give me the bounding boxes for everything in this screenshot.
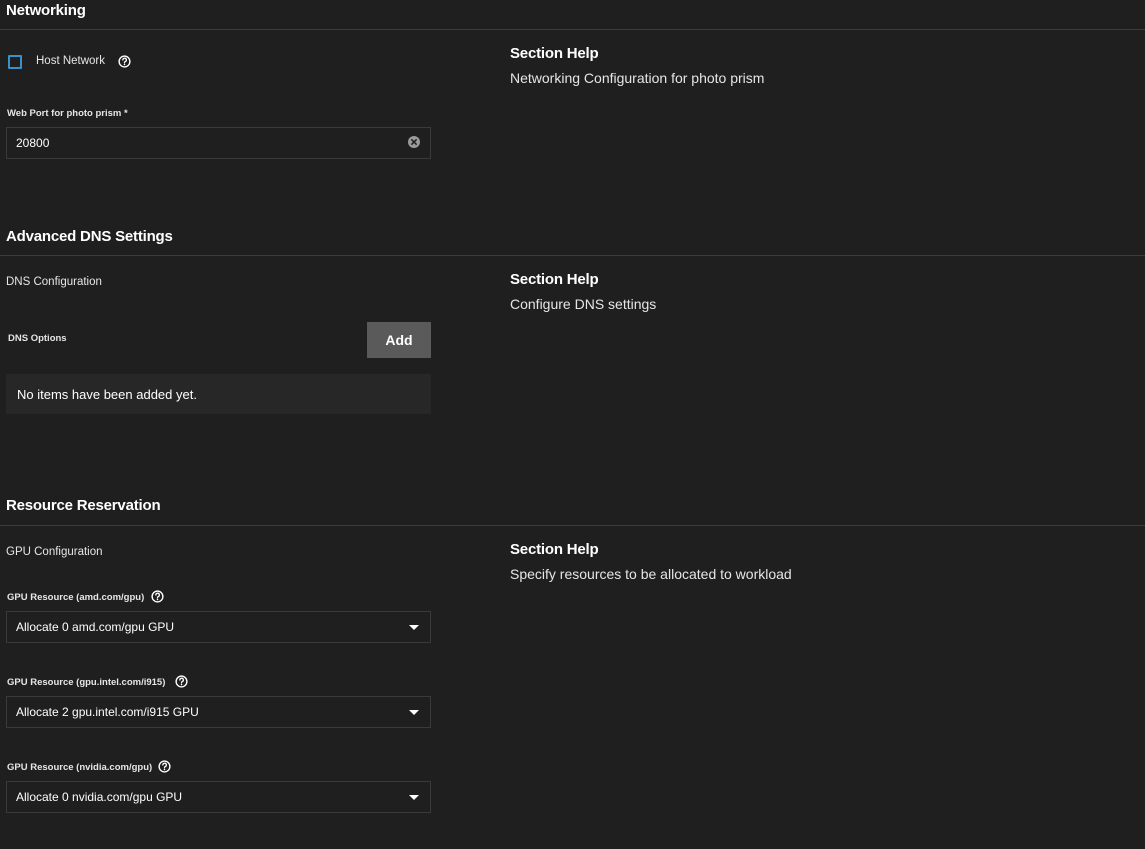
resource-help-title: Section Help [510, 541, 599, 558]
caret-down-icon [409, 624, 419, 630]
web-port-input[interactable]: 20800 [6, 127, 431, 159]
dns-divider [0, 255, 1145, 256]
caret-down-icon [409, 709, 419, 715]
clear-icon[interactable] [408, 135, 430, 151]
dns-help-title: Section Help [510, 271, 599, 288]
caret-down-icon [409, 794, 419, 800]
networking-divider [0, 29, 1145, 30]
host-network-label: Host Network [36, 55, 106, 67]
web-port-value: 20800 [16, 136, 50, 150]
host-network-help-icon[interactable] [118, 55, 131, 73]
resource-help-text: Specify resources to be allocated to wor… [510, 566, 792, 582]
gpu-nvidia-label: GPU Resource (nvidia.com/gpu) [7, 762, 153, 773]
gpu-amd-label: GPU Resource (amd.com/gpu) [7, 592, 145, 603]
gpu-intel-value: Allocate 2 gpu.intel.com/i915 GPU [16, 705, 199, 719]
gpu-amd-help-icon[interactable] [151, 590, 164, 608]
gpu-nvidia-select[interactable]: Allocate 0 nvidia.com/gpu GPU [6, 781, 431, 813]
web-port-label: Web Port for photo prism * [7, 108, 128, 119]
networking-section-title: Networking [6, 2, 86, 19]
dns-options-empty-list: No items have been added yet. [6, 374, 431, 414]
gpu-configuration-label: GPU Configuration [6, 546, 103, 558]
dns-help-text: Configure DNS settings [510, 296, 657, 312]
gpu-intel-label: GPU Resource (gpu.intel.com/i915) [7, 677, 166, 688]
gpu-intel-help-icon[interactable] [175, 675, 188, 693]
dns-empty-text: No items have been added yet. [17, 386, 197, 402]
dns-options-label: DNS Options [8, 333, 67, 344]
gpu-nvidia-value: Allocate 0 nvidia.com/gpu GPU [16, 790, 183, 804]
networking-help-text: Networking Configuration for photo prism [510, 70, 765, 86]
networking-help-title: Section Help [510, 45, 599, 62]
add-dns-option-button[interactable]: Add [367, 322, 431, 358]
dns-section-title: Advanced DNS Settings [6, 228, 173, 245]
resource-divider [0, 525, 1145, 526]
dns-configuration-label: DNS Configuration [6, 276, 102, 288]
gpu-intel-select[interactable]: Allocate 2 gpu.intel.com/i915 GPU [6, 696, 431, 728]
gpu-amd-select[interactable]: Allocate 0 amd.com/gpu GPU [6, 611, 431, 643]
gpu-nvidia-help-icon[interactable] [158, 760, 171, 778]
resource-section-title: Resource Reservation [6, 497, 161, 514]
host-network-checkbox[interactable] [8, 55, 22, 69]
gpu-amd-value: Allocate 0 amd.com/gpu GPU [16, 620, 175, 634]
